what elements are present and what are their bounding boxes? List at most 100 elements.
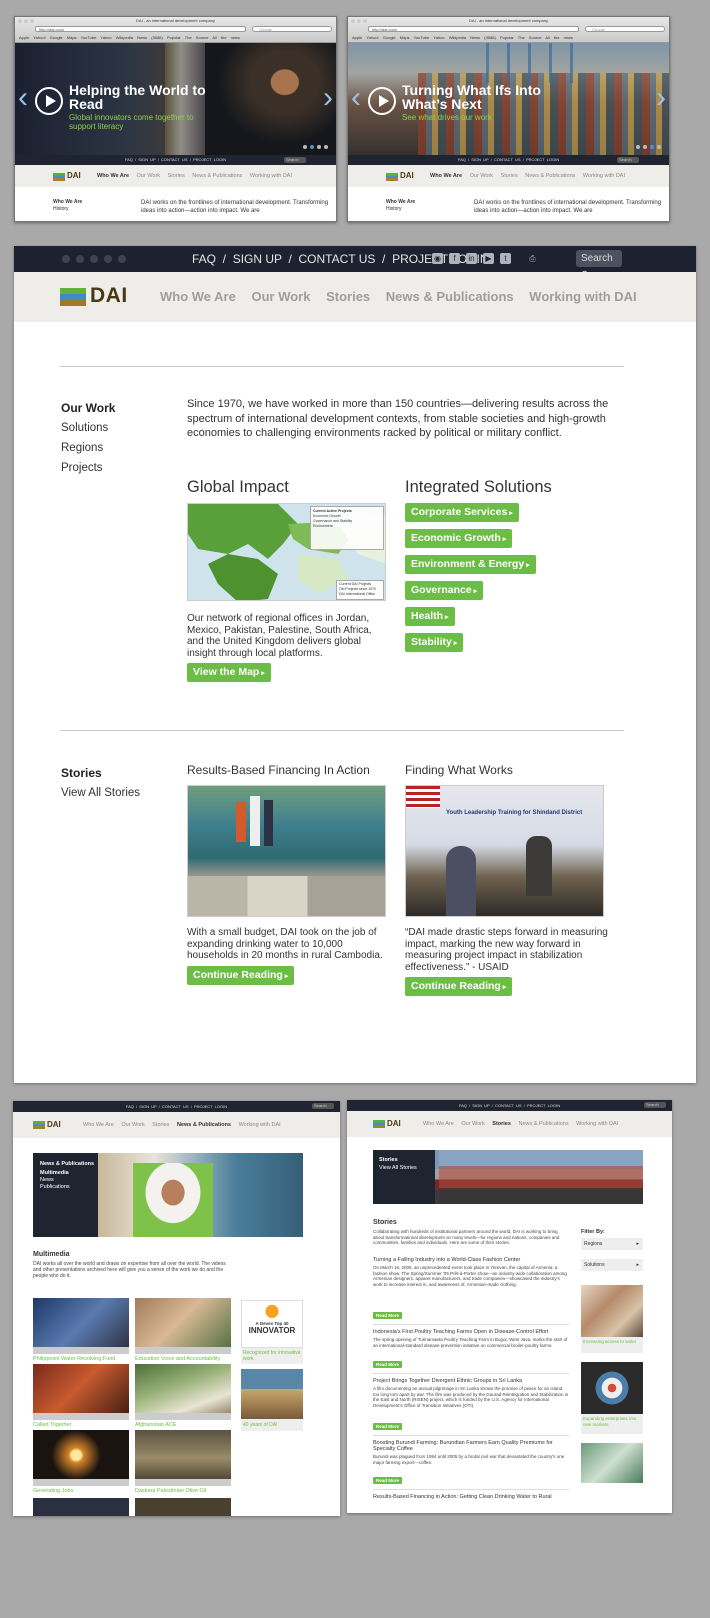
- login-link[interactable]: PROJECT LOGIN: [193, 157, 226, 162]
- video-caption[interactable]: Afghanistan ACE: [135, 1422, 177, 1428]
- contact-link[interactable]: CONTACT US: [161, 157, 188, 162]
- play-icon[interactable]: [368, 87, 396, 115]
- story-1-title[interactable]: Results-Based Financing In Action: [187, 763, 370, 777]
- search-input[interactable]: Search ⚲: [576, 250, 622, 281]
- play-icon[interactable]: [35, 87, 63, 115]
- nav-who[interactable]: Who We Are: [97, 173, 129, 179]
- story-thumb-caption[interactable]: Expanding enterprises into new markets: [581, 1414, 643, 1434]
- next-arrow-icon[interactable]: ›: [656, 83, 666, 113]
- nav-who[interactable]: Who We Are: [430, 173, 462, 179]
- story-2-continue-button[interactable]: Continue Reading: [405, 977, 513, 996]
- linkedin-icon[interactable]: in: [466, 253, 477, 264]
- sidebar-item-solutions[interactable]: Solutions: [61, 418, 115, 438]
- video-caption[interactable]: Philippines Water Revolving Fund: [33, 1356, 115, 1362]
- dai-logo-icon[interactable]: [53, 173, 65, 181]
- side-view-all[interactable]: View All Stories: [379, 1164, 429, 1172]
- side-who[interactable]: Who We Are: [53, 199, 82, 205]
- nav-work[interactable]: Our Work: [470, 173, 493, 179]
- search-input[interactable]: Search: [617, 157, 639, 163]
- story-thumb[interactable]: [581, 1285, 643, 1337]
- hero-slide[interactable]: ‹ › Helping the World to Read Global inn…: [15, 43, 336, 165]
- hero-subheadline[interactable]: Global innovators come together to suppo…: [69, 113, 199, 131]
- video-caption[interactable]: Called Together: [33, 1422, 71, 1428]
- nav-news[interactable]: News & Publications: [192, 173, 242, 179]
- video-caption[interactable]: Education Voice and Accountability: [135, 1356, 220, 1362]
- sidebar-item-regions[interactable]: Regions: [61, 438, 115, 458]
- brand-name[interactable]: DAI: [67, 165, 81, 187]
- browser-search[interactable]: Google: [252, 26, 332, 32]
- filter-solutions[interactable]: Solutions ▸: [581, 1259, 643, 1271]
- story-2-photo[interactable]: Youth Leadership Training for Shindand D…: [405, 785, 604, 917]
- nav-working[interactable]: Working with DAI: [239, 1122, 281, 1128]
- video-thumb[interactable]: [135, 1364, 231, 1420]
- faq-link[interactable]: FAQ: [458, 157, 466, 162]
- story-item[interactable]: Results-Based Financing in Action: Getti…: [373, 1494, 569, 1500]
- read-more-button[interactable]: Read More: [373, 1312, 403, 1319]
- nav-work[interactable]: Our Work: [461, 1121, 484, 1127]
- print-icon[interactable]: ⎙: [527, 253, 538, 264]
- bookmarks-bar[interactable]: Apple Yahoo! Google Maps YouTube Yahoo W…: [19, 35, 240, 40]
- nav-stories[interactable]: Stories: [168, 173, 185, 179]
- story-2-title[interactable]: Finding What Works: [405, 763, 513, 777]
- video-thumb[interactable]: [33, 1298, 129, 1354]
- nav-stories[interactable]: Stories: [492, 1121, 511, 1127]
- devex-caption[interactable]: Recognized for innovative work: [241, 1348, 303, 1364]
- story-1-continue-button[interactable]: Continue Reading: [187, 966, 295, 985]
- hero-subheadline[interactable]: See what drives our work: [402, 113, 532, 122]
- forty-years-image[interactable]: [241, 1369, 303, 1419]
- facebook-icon[interactable]: f: [449, 253, 460, 264]
- story-item[interactable]: Project Brings Together Divergent Ethnic…: [373, 1378, 569, 1408]
- youtube-icon[interactable]: ▶: [483, 253, 494, 264]
- solution-governance[interactable]: Governance: [405, 581, 484, 600]
- side-publications[interactable]: Publications: [40, 1184, 95, 1191]
- nav-who[interactable]: Who We Are: [423, 1121, 454, 1127]
- nav-stories[interactable]: Stories: [326, 289, 370, 304]
- side-who[interactable]: Who We Are: [386, 199, 415, 205]
- prev-arrow-icon[interactable]: ‹: [18, 83, 28, 113]
- contact-link[interactable]: CONTACT US: [162, 1104, 189, 1109]
- nav-work[interactable]: Our Work: [137, 173, 160, 179]
- nav-who[interactable]: Who We Are: [160, 289, 236, 304]
- nav-working[interactable]: Working with DAI: [583, 173, 625, 179]
- story-item[interactable]: Indonesia's First Poultry Teaching Farms…: [373, 1329, 569, 1348]
- signup-link[interactable]: SIGN UP: [138, 157, 155, 162]
- contact-link[interactable]: CONTACT US: [495, 1103, 522, 1108]
- story-thumb[interactable]: [581, 1362, 643, 1414]
- signup-link[interactable]: SIGN UP: [233, 252, 282, 266]
- signup-link[interactable]: SIGN UP: [472, 1103, 489, 1108]
- twitter-icon[interactable]: t: [500, 253, 511, 264]
- slide-dots[interactable]: [303, 145, 328, 149]
- nav-work[interactable]: Our Work: [251, 289, 310, 304]
- nav-stories[interactable]: Stories: [501, 173, 518, 179]
- brand-name[interactable]: DAI: [90, 284, 128, 308]
- side-news-pubs[interactable]: News & Publications: [40, 1161, 95, 1168]
- brand-name[interactable]: DAI: [387, 1111, 401, 1137]
- story-title[interactable]: Results-Based Financing in Action: Getti…: [373, 1494, 569, 1500]
- nav-work[interactable]: Our Work: [121, 1122, 144, 1128]
- story-thumb-caption[interactable]: Increasing access to water: [581, 1337, 643, 1353]
- devex-badge[interactable]: A Devex Top 40 INNOVATOR: [241, 1300, 303, 1348]
- read-more-button[interactable]: Read More: [373, 1361, 403, 1368]
- solution-economic-growth[interactable]: Economic Growth: [405, 529, 513, 548]
- sidebar-item-projects[interactable]: Projects: [61, 458, 115, 478]
- prev-arrow-icon[interactable]: ‹: [351, 83, 361, 113]
- contact-link[interactable]: CONTACT US: [298, 252, 375, 266]
- nav-stories[interactable]: Stories: [152, 1122, 169, 1128]
- filter-regions[interactable]: Regions ▸: [581, 1238, 643, 1250]
- search-input[interactable]: Search: [284, 157, 306, 163]
- story-title[interactable]: Project Brings Together Divergent Ethnic…: [373, 1378, 569, 1384]
- sidebar-title[interactable]: Stories: [61, 763, 140, 783]
- story-thumb[interactable]: [581, 1443, 643, 1483]
- video-thumb[interactable]: [33, 1498, 129, 1516]
- story-title[interactable]: Indonesia's First Poultry Teaching Farms…: [373, 1329, 569, 1335]
- side-stories[interactable]: Stories: [379, 1156, 429, 1164]
- video-caption[interactable]: Daskara Palestinian Olive Oil: [135, 1488, 206, 1494]
- read-more-button[interactable]: Read More: [373, 1477, 403, 1484]
- login-link[interactable]: PROJECT LOGIN: [527, 1103, 560, 1108]
- browser-search[interactable]: Google: [585, 26, 665, 32]
- view-map-button[interactable]: View the Map: [187, 663, 271, 682]
- login-link[interactable]: PROJECT LOGIN: [526, 157, 559, 162]
- video-thumb[interactable]: [135, 1298, 231, 1354]
- nav-news[interactable]: News & Publications: [518, 1121, 568, 1127]
- search-input[interactable]: Search: [644, 1102, 666, 1108]
